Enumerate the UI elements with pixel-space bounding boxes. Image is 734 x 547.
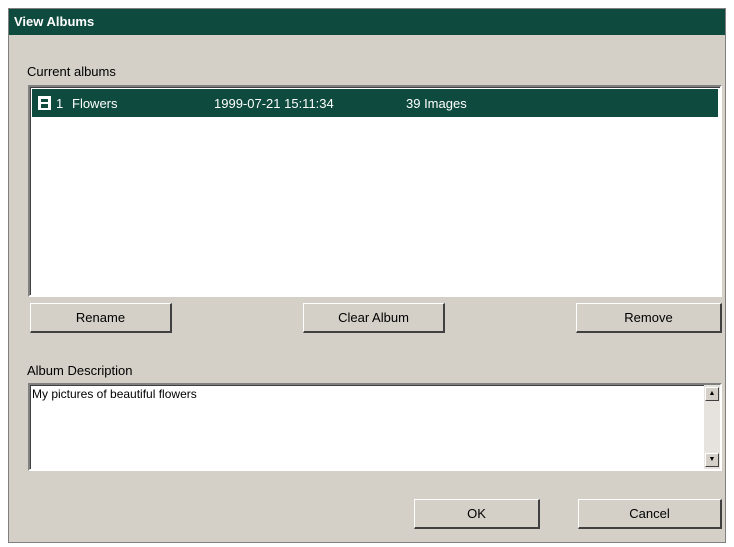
album-description-text: My pictures of beautiful flowers [32, 387, 197, 401]
album-number: 1 [56, 95, 64, 111]
albums-list[interactable]: 1 Flowers 1999-07-21 15:11:34 39 Images [28, 85, 722, 297]
cancel-button[interactable]: Cancel [578, 499, 722, 529]
album-description-label: Album Description [27, 363, 133, 378]
album-date: 1999-07-21 15:11:34 [214, 95, 334, 111]
scroll-up-icon[interactable]: ▲ [705, 387, 719, 401]
album-image-count: 39 Images [406, 95, 467, 111]
view-albums-dialog: View Albums Current albums 1 Flowers 199… [8, 8, 726, 543]
scroll-down-icon[interactable]: ▼ [705, 453, 719, 467]
album-icon [38, 96, 51, 110]
current-albums-label: Current albums [27, 64, 116, 79]
dialog-title: View Albums [9, 9, 725, 35]
album-description-field[interactable]: My pictures of beautiful flowers ▲ ▼ [28, 383, 722, 471]
rename-button[interactable]: Rename [30, 303, 172, 333]
album-name: Flowers [72, 95, 118, 111]
description-scrollbar[interactable]: ▲ ▼ [704, 385, 720, 469]
list-item[interactable]: 1 Flowers 1999-07-21 15:11:34 39 Images [32, 89, 718, 117]
clear-album-button[interactable]: Clear Album [303, 303, 445, 333]
remove-button[interactable]: Remove [576, 303, 722, 333]
ok-button[interactable]: OK [414, 499, 540, 529]
